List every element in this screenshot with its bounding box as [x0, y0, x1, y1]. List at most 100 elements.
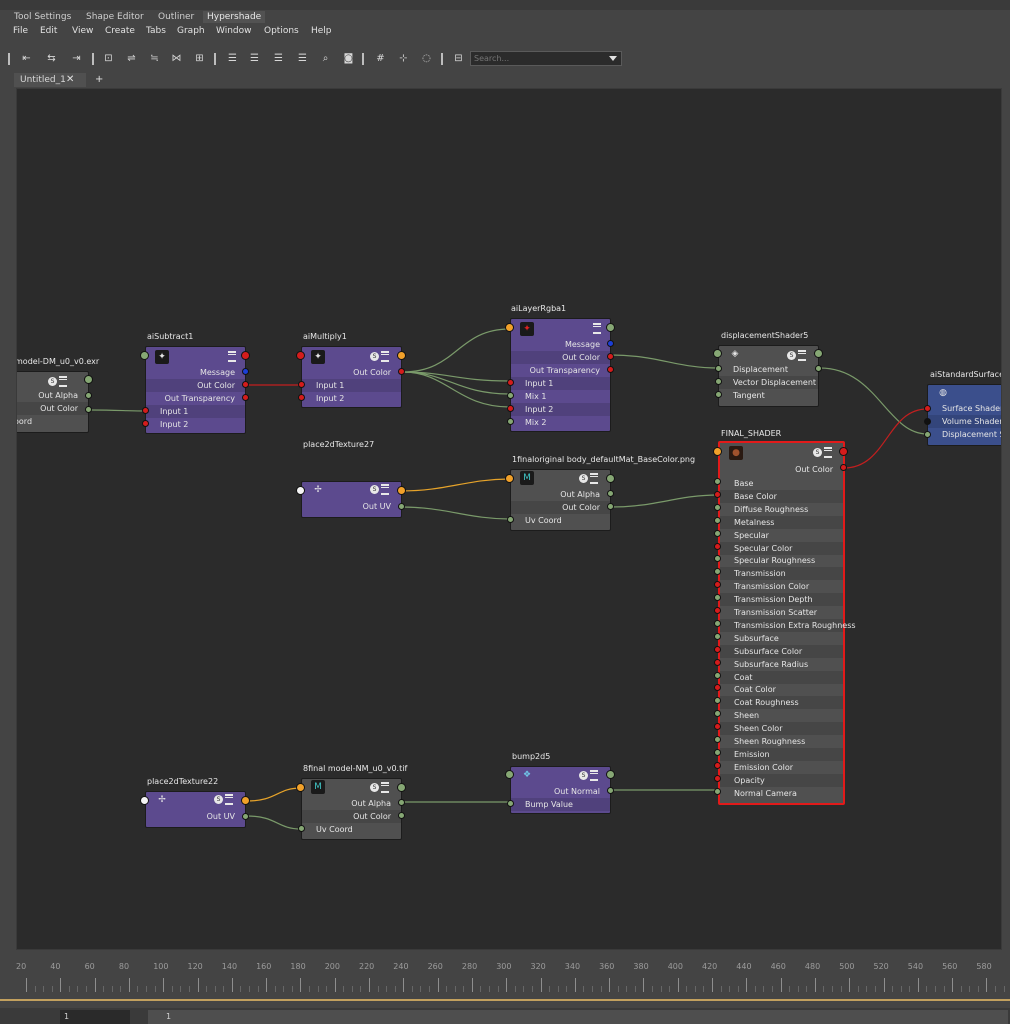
- port-input-1[interactable]: [507, 379, 514, 386]
- input-connections-icon[interactable]: ⇤: [20, 53, 33, 64]
- search-field[interactable]: [470, 51, 622, 66]
- output-port[interactable]: [839, 447, 848, 456]
- swatch-icon[interactable]: ◙: [342, 53, 355, 64]
- swatch-toggle-icon[interactable]: S: [787, 351, 796, 360]
- lock-icon[interactable]: ◌: [420, 53, 433, 64]
- port-mix-1[interactable]: [507, 392, 514, 399]
- graph-layout-icon[interactable]: ⊞: [193, 53, 206, 64]
- input-port[interactable]: [296, 351, 305, 360]
- add-selected-icon[interactable]: ≒: [148, 53, 161, 64]
- frame-all-icon[interactable]: ⊡: [102, 53, 115, 64]
- port-surface-shader[interactable]: [924, 405, 931, 412]
- port-vector-displacement[interactable]: [715, 378, 722, 385]
- node-ai-standard-surface[interactable]: ◍ Surface Shader Volume Shader Displacem…: [927, 384, 1001, 446]
- node-place2d-texture-22[interactable]: ✢ S Out UV: [145, 791, 246, 828]
- port-input-2[interactable]: [298, 394, 305, 401]
- input-port[interactable]: [296, 783, 305, 792]
- node-basecolor-file[interactable]: M S Out Alpha Out Color Uv Coord: [510, 469, 611, 531]
- menu-file[interactable]: File: [13, 26, 28, 36]
- port-input-2[interactable]: [142, 420, 149, 427]
- simple-mode-icon[interactable]: ☰: [226, 53, 239, 64]
- attribute-list-icon[interactable]: [381, 351, 389, 362]
- swatch-toggle-icon[interactable]: S: [370, 485, 379, 494]
- swatch-toggle-icon[interactable]: S: [370, 352, 379, 361]
- port-subsurface-color[interactable]: [714, 645, 721, 653]
- tab-shape-editor[interactable]: Shape Editor: [82, 11, 148, 23]
- node-ai-layer-rgba[interactable]: ✦ Message Out Color Out Transparency Inp…: [510, 318, 611, 432]
- swatch-toggle-icon[interactable]: S: [579, 771, 588, 780]
- node-bump2d[interactable]: ❖ S Out Normal Bump Value: [510, 766, 611, 814]
- attribute-list-icon[interactable]: [590, 473, 598, 484]
- grid-toggle-icon[interactable]: #: [374, 53, 387, 64]
- attribute-list-icon[interactable]: [593, 323, 601, 334]
- port-mix-2[interactable]: [507, 418, 514, 425]
- output-connections-icon[interactable]: ⇥: [70, 53, 83, 64]
- port-input-1[interactable]: [298, 381, 305, 388]
- port-diffuse-roughness[interactable]: [714, 503, 721, 511]
- menu-window[interactable]: Window: [216, 26, 252, 36]
- snap-to-grid-icon[interactable]: ⊹: [397, 53, 410, 64]
- tab-hypershade[interactable]: Hypershade: [203, 11, 266, 23]
- node-place2d-texture-27[interactable]: ✢ S Out UV: [301, 481, 402, 518]
- port-sheen-roughness[interactable]: [714, 736, 721, 743]
- remove-selected-icon[interactable]: ⋈: [170, 53, 183, 64]
- port-metalness[interactable]: [714, 516, 721, 524]
- port-out-normal[interactable]: [607, 787, 614, 794]
- attribute-list-icon[interactable]: [798, 350, 806, 361]
- port-out-color[interactable]: [242, 381, 249, 388]
- port-bump-value[interactable]: [507, 800, 514, 807]
- port-emission[interactable]: [714, 748, 721, 756]
- port-uv-coord[interactable]: [298, 825, 305, 832]
- attribute-list-icon[interactable]: [225, 794, 233, 805]
- output-port[interactable]: [241, 351, 250, 360]
- input-port[interactable]: [505, 474, 514, 483]
- port-out-color[interactable]: [85, 406, 92, 413]
- close-icon[interactable]: ✕: [66, 73, 74, 87]
- port-opacity[interactable]: [714, 774, 721, 782]
- port-tangent[interactable]: [715, 391, 722, 398]
- port-specular[interactable]: [714, 529, 721, 537]
- input-port[interactable]: [713, 447, 722, 456]
- attribute-list-icon[interactable]: [59, 376, 67, 387]
- chevron-down-icon[interactable]: [609, 56, 617, 61]
- menu-graph[interactable]: Graph: [177, 26, 205, 36]
- node-displacement-shader[interactable]: ◈ S Displacement Vector Displacement Tan…: [718, 345, 819, 407]
- menu-help[interactable]: Help: [311, 26, 332, 36]
- port-volume-shader[interactable]: [924, 418, 931, 425]
- menu-edit[interactable]: Edit: [40, 26, 57, 36]
- node-ai-subtract[interactable]: ✦ Message Out Color Out Transparency Inp…: [145, 346, 246, 434]
- input-output-connections-icon[interactable]: ⇆: [45, 53, 58, 64]
- swatch-toggle-icon[interactable]: S: [579, 474, 588, 483]
- custom-mode-icon[interactable]: ☰: [296, 53, 309, 64]
- port-message[interactable]: [607, 340, 614, 347]
- output-port[interactable]: [606, 770, 615, 779]
- node-final-shader[interactable]: ● S Out Color Base Base Color Diffuse Roug…: [718, 441, 856, 805]
- output-port[interactable]: [241, 796, 250, 805]
- port-out-color[interactable]: [607, 353, 614, 360]
- output-port[interactable]: [814, 349, 823, 358]
- attribute-list-icon[interactable]: [228, 351, 236, 362]
- port-out-alpha[interactable]: [85, 392, 92, 399]
- swatch-toggle-icon[interactable]: S: [48, 377, 57, 386]
- attribute-list-icon[interactable]: [381, 782, 389, 793]
- tab-untitled-1[interactable]: Untitled_1 ✕: [14, 73, 86, 87]
- connected-mode-icon[interactable]: ☰: [248, 53, 261, 64]
- output-port[interactable]: [606, 323, 615, 332]
- port-out-color[interactable]: [607, 503, 614, 510]
- port-displacement-shader[interactable]: [924, 431, 931, 438]
- swatch-toggle-icon[interactable]: S: [813, 448, 822, 457]
- port-displacement-out[interactable]: [815, 365, 822, 372]
- port-transmission-scatter[interactable]: [714, 607, 721, 614]
- swatch-toggle-icon[interactable]: S: [214, 795, 223, 804]
- output-port[interactable]: [397, 783, 406, 792]
- node-normal-map-file[interactable]: M S Out Alpha Out Color Uv Coord: [301, 778, 402, 840]
- range-slider[interactable]: 1: [148, 1010, 1008, 1024]
- port-emission-color[interactable]: [714, 761, 721, 769]
- node-dm-exr[interactable]: S Out Alpha Out Color oord: [17, 371, 89, 433]
- input-port[interactable]: [505, 770, 514, 779]
- port-input-1[interactable]: [142, 407, 149, 414]
- port-out-transparency[interactable]: [607, 366, 614, 373]
- port-base-color[interactable]: [714, 490, 721, 498]
- clear-graph-icon[interactable]: ⇌: [125, 53, 138, 64]
- port-specular-color[interactable]: [714, 542, 721, 550]
